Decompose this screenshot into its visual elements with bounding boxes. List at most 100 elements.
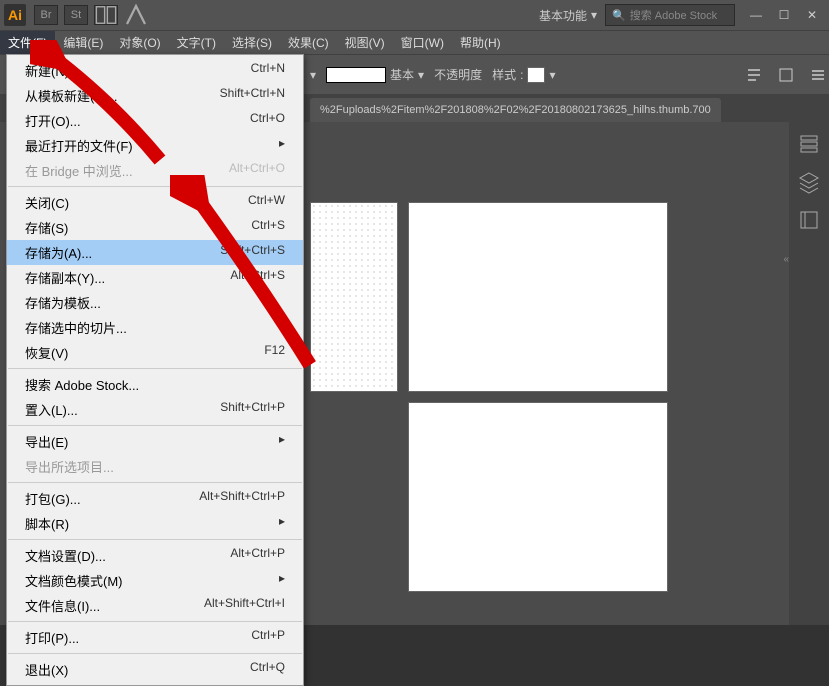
chevron-down-icon: ▾: [418, 68, 424, 82]
menu-item-label: 新建(N)...: [25, 61, 80, 80]
menu-item-label: 存储副本(Y)...: [25, 268, 105, 287]
maximize-button[interactable]: ☐: [771, 5, 797, 25]
stock-search[interactable]: 🔍 搜索 Adobe Stock: [605, 4, 735, 26]
menu-item[interactable]: 搜索 Adobe Stock...: [7, 372, 303, 397]
transform-icon[interactable]: [775, 64, 797, 86]
stroke-preview: [326, 67, 386, 83]
menu-item-label: 打开(O)...: [25, 111, 81, 130]
menu-item[interactable]: 存储(S) Ctrl+S: [7, 215, 303, 240]
menu-item[interactable]: 置入(L)...Shift+Ctrl+P: [7, 397, 303, 422]
libraries-panel-icon[interactable]: [797, 208, 821, 232]
menu-item-label: 打印(P)...: [25, 628, 79, 647]
opacity-label[interactable]: 不透明度: [434, 66, 482, 83]
menu-视图[interactable]: 视图(V): [337, 31, 393, 54]
bridge-icon[interactable]: Br: [34, 5, 58, 25]
menu-separator: [8, 425, 302, 426]
menu-shortcut: Shift+Ctrl+N: [220, 86, 285, 105]
menu-item-label: 退出(X): [25, 660, 68, 679]
menu-效果[interactable]: 效果(C): [280, 31, 337, 54]
workspace-switcher[interactable]: 基本功能 ▾: [531, 7, 605, 24]
menu-item-label: 关闭(C): [25, 193, 69, 212]
menu-item-label: 文档设置(D)...: [25, 546, 106, 565]
menu-item[interactable]: 文档颜色模式(M) ▸: [7, 568, 303, 593]
stock-icon[interactable]: St: [64, 5, 88, 25]
menu-item-label: 文档颜色模式(M): [25, 571, 123, 590]
menu-item[interactable]: 最近打开的文件(F)▸: [7, 133, 303, 158]
menu-item[interactable]: 退出(X) Ctrl+Q: [7, 657, 303, 682]
menu-item-label: 存储(S): [25, 218, 68, 237]
panel-collapse-chevron[interactable]: «: [783, 254, 789, 265]
menu-选择[interactable]: 选择(S): [224, 31, 280, 54]
document-tab[interactable]: %2Fuploads%2Fitem%2F201808%2F02%2F201808…: [310, 98, 721, 122]
menu-item-label: 在 Bridge 中浏览...: [25, 161, 133, 180]
menu-item[interactable]: 文件信息(I)...Alt+Shift+Ctrl+I: [7, 593, 303, 618]
menu-shortcut: Ctrl+Q: [250, 660, 285, 679]
menu-item[interactable]: 导出(E) ▸: [7, 429, 303, 454]
close-button[interactable]: ✕: [799, 5, 825, 25]
menu-item-label: 存储为(A)...: [25, 243, 92, 262]
layers-panel-icon[interactable]: [797, 170, 821, 194]
menu-编辑[interactable]: 编辑(E): [55, 31, 111, 54]
preferences-icon[interactable]: [807, 64, 829, 86]
menu-item-label: 导出(E): [25, 432, 68, 451]
menu-item[interactable]: 存储为模板...: [7, 290, 303, 315]
workspace-label: 基本功能: [539, 7, 587, 24]
menu-item[interactable]: 恢复(V)F12: [7, 340, 303, 365]
menu-item[interactable]: 存储选中的切片...: [7, 315, 303, 340]
menu-shortcut: F12: [264, 343, 285, 362]
window-controls: — ☐ ✕: [743, 5, 825, 25]
file-menu-dropdown: 新建(N)...Ctrl+N 从模板新建(T)... Shift+Ctrl+N 打开(…: [6, 54, 304, 686]
menu-item[interactable]: 脚本(R)▸: [7, 511, 303, 536]
menu-item-label: 文件信息(I)...: [25, 596, 100, 615]
artboard-2[interactable]: [408, 202, 668, 392]
submenu-chevron-icon: ▸: [279, 432, 285, 451]
menu-separator: [8, 653, 302, 654]
menu-item[interactable]: 从模板新建(T)... Shift+Ctrl+N: [7, 83, 303, 108]
search-placeholder: 搜索 Adobe Stock: [630, 7, 728, 23]
menu-separator: [8, 368, 302, 369]
menu-shortcut: Alt+Shift+Ctrl+P: [199, 489, 285, 508]
menu-对象[interactable]: 对象(O): [111, 31, 168, 54]
minimize-button[interactable]: —: [743, 5, 769, 25]
artboard-3[interactable]: [408, 402, 668, 592]
menu-separator: [8, 539, 302, 540]
align-icon[interactable]: [743, 64, 765, 86]
menu-文件[interactable]: 文件(F): [0, 31, 55, 54]
menu-item[interactable]: 打包(G)...Alt+Shift+Ctrl+P: [7, 486, 303, 511]
arrange-icon[interactable]: [94, 5, 118, 25]
menu-item-label: 存储为模板...: [25, 293, 101, 312]
menu-item[interactable]: 新建(N)...Ctrl+N: [7, 58, 303, 83]
menu-帮助[interactable]: 帮助(H): [452, 31, 509, 54]
menu-item[interactable]: 存储副本(Y)...Alt+Ctrl+S: [7, 265, 303, 290]
menu-item[interactable]: 打印(P)... Ctrl+P: [7, 625, 303, 650]
menu-文字[interactable]: 文字(T): [169, 31, 224, 54]
menu-shortcut: Ctrl+P: [251, 628, 285, 647]
chevron-down-icon: ▾: [549, 68, 555, 82]
style-label: 样式: [492, 66, 516, 83]
menu-item-label: 导出所选项目...: [25, 457, 114, 476]
title-icon-group: Br St: [34, 5, 148, 25]
menu-shortcut: Ctrl+S: [251, 218, 285, 237]
menu-item[interactable]: 打开(O)... Ctrl+O: [7, 108, 303, 133]
title-bar: Ai Br St 基本功能 ▾ 🔍 搜索 Adobe Stock — ☐ ✕: [0, 0, 829, 30]
stroke-preset[interactable]: 基本 ▾: [326, 66, 424, 83]
menu-item-label: 从模板新建(T)...: [25, 86, 117, 105]
menu-item[interactable]: 文档设置(D)... Alt+Ctrl+P: [7, 543, 303, 568]
style-group[interactable]: 样式: ▾: [492, 66, 555, 83]
search-icon: 🔍: [612, 9, 626, 22]
menu-item-label: 置入(L)...: [25, 400, 78, 419]
menu-item[interactable]: 关闭(C)Ctrl+W: [7, 190, 303, 215]
menu-item-label: 搜索 Adobe Stock...: [25, 375, 139, 394]
menu-shortcut: Alt+Ctrl+P: [230, 546, 285, 565]
artboard-1[interactable]: [310, 202, 398, 392]
properties-panel-icon[interactable]: [797, 132, 821, 156]
submenu-chevron-icon: ▸: [279, 571, 285, 590]
menu-item[interactable]: 存储为(A)...Shift+Ctrl+S: [7, 240, 303, 265]
menu-item-label: 最近打开的文件(F): [25, 136, 133, 155]
chevron-down-icon[interactable]: ▾: [310, 68, 316, 82]
gpu-icon[interactable]: [124, 5, 148, 25]
menu-shortcut: Ctrl+O: [250, 111, 285, 130]
menu-窗口[interactable]: 窗口(W): [393, 31, 452, 54]
style-swatch: [527, 67, 545, 83]
menu-separator: [8, 186, 302, 187]
